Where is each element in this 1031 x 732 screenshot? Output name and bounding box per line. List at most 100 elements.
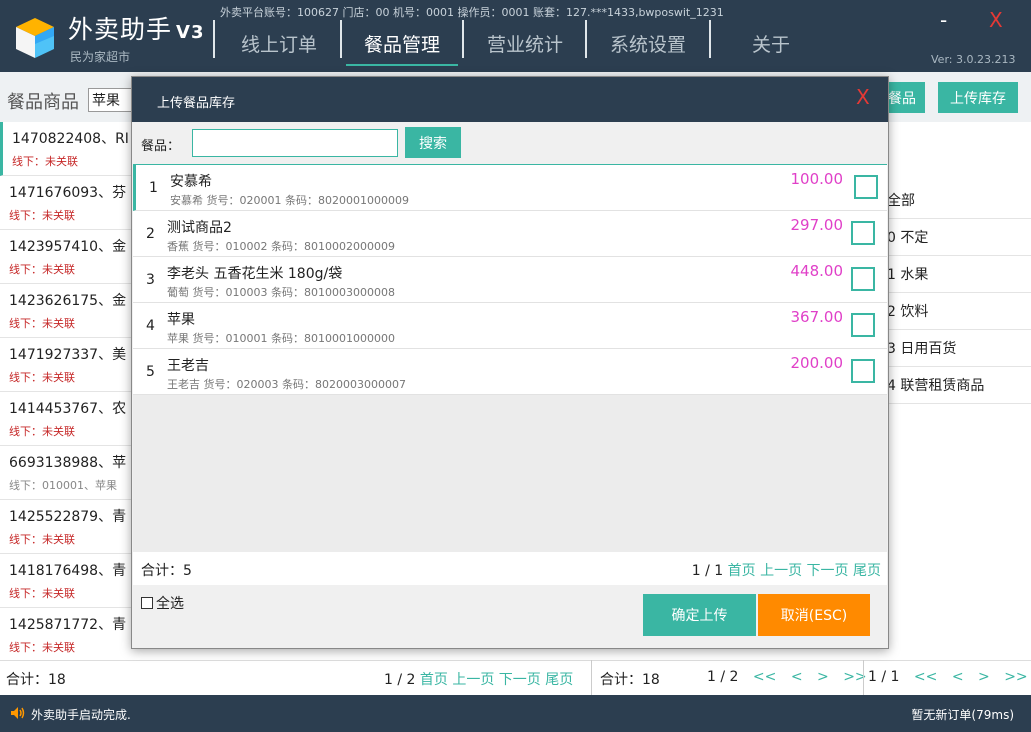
dialog-close-button[interactable]: X <box>856 85 870 109</box>
item-price: 100.00 <box>790 170 844 188</box>
item-checkbox[interactable] <box>851 267 875 291</box>
item-checkbox[interactable] <box>851 221 875 245</box>
version-mark: V3 <box>176 22 205 43</box>
footer-divider <box>591 660 592 695</box>
item-price: 297.00 <box>790 216 844 234</box>
speaker-icon <box>11 707 25 719</box>
pager-prev[interactable]: 上一页 <box>452 672 494 688</box>
nav-divider <box>709 20 711 58</box>
pager-prev[interactable]: 上一页 <box>760 563 802 579</box>
account-info: 外卖平台账号：100627 门店：00 机号：0001 操作员：0001 账套：… <box>220 6 724 19</box>
last-page-icon[interactable]: >> <box>1004 669 1027 685</box>
next-page-icon[interactable]: > <box>978 669 990 685</box>
product-list: 1470822408、RI 线下：未关联 1471676093、芬 线下：未关联 1… <box>0 122 140 662</box>
nav-online-orders[interactable]: 线上订单 <box>241 30 317 57</box>
nav-system-settings[interactable]: 系统设置 <box>610 30 686 57</box>
confirm-upload-button[interactable]: 确定上传 <box>643 594 756 636</box>
list-item[interactable]: 1423957410、金 线下：未关联 <box>0 230 140 284</box>
footer-divider <box>863 660 864 695</box>
food-search-input[interactable] <box>192 129 398 157</box>
list-item[interactable]: 1471676093、芬 线下：未关联 <box>0 176 140 230</box>
first-page-icon[interactable]: << <box>914 669 937 685</box>
dialog-title: 上传餐品库存 <box>157 96 236 111</box>
nav-divider <box>585 20 587 58</box>
order-status: 暂无新订单(79ms) <box>911 708 1014 722</box>
minimize-button[interactable]: - <box>940 8 947 32</box>
list-item[interactable]: 6693138988、苹 线下：010001、苹果 <box>0 446 140 500</box>
page-indicator: 1 / 1 <box>868 669 900 685</box>
item-price: 367.00 <box>790 308 844 326</box>
page-indicator: 1 / 2 <box>707 669 739 685</box>
nav-business-stats[interactable]: 营业统计 <box>487 30 563 57</box>
nav-divider <box>340 20 342 58</box>
dialog-search-button[interactable]: 搜索 <box>405 127 461 158</box>
right-pager: 1 / 1 << < > >> <box>868 669 1028 685</box>
upload-stock-dialog: 上传餐品库存 X 餐品： 搜索 1 安慕希 安慕希 货号：020001 条码：8… <box>131 76 889 649</box>
status-bar: 外卖助手启动完成. 暂无新订单(79ms) <box>0 695 1031 732</box>
list-item[interactable]: 1471927337、美 线下：未关联 <box>0 338 140 392</box>
page-indicator: 1 / 2 <box>384 672 416 688</box>
store-name: 民为家超市 <box>70 50 131 64</box>
version-label: Ver: 3.0.23.213 <box>931 53 1016 66</box>
category-item[interactable]: 4 联营租赁商品 <box>887 367 1031 404</box>
pager-last[interactable]: 尾页 <box>853 563 881 579</box>
mid-total: 合计：18 <box>600 672 660 688</box>
prev-page-icon[interactable]: < <box>791 669 803 685</box>
category-item[interactable]: 2 饮料 <box>887 293 1031 330</box>
stock-row[interactable]: 5 王老吉 王老吉 货号：020003 条码：8020003000007 200… <box>133 349 887 395</box>
select-all-checkbox[interactable]: 全选 <box>141 593 184 613</box>
item-checkbox[interactable] <box>854 175 878 199</box>
nav-active-indicator <box>346 64 458 66</box>
list-item[interactable]: 1418176498、青 线下：未关联 <box>0 554 140 608</box>
dialog-header: 上传餐品库存 X <box>132 77 888 122</box>
pager-first[interactable]: 首页 <box>728 563 756 579</box>
item-checkbox[interactable] <box>851 313 875 337</box>
stock-item-list: 1 安慕希 安慕希 货号：020001 条码：8020001000009 100… <box>133 164 887 552</box>
close-app-button[interactable]: X <box>989 8 1003 32</box>
stock-row[interactable]: 3 李老头 五香花生米 180g/袋 葡萄 货号：010003 条码：80100… <box>133 257 887 303</box>
page-indicator: 1 / 1 <box>691 563 724 579</box>
mid-pager: 1 / 2 << < > >> <box>707 669 867 685</box>
category-item[interactable]: 0 不定 <box>887 219 1031 256</box>
stock-row[interactable]: 1 安慕希 安慕希 货号：020001 条码：8020001000009 100… <box>133 165 887 211</box>
cancel-button[interactable]: 取消(ESC) <box>758 594 870 636</box>
dialog-list-footer: 合计：5 1 / 1 首页 上一页 下一页 尾页 <box>133 552 887 585</box>
food-search-label: 餐品： <box>141 139 181 154</box>
next-page-icon[interactable]: > <box>817 669 829 685</box>
prev-page-icon[interactable]: < <box>952 669 964 685</box>
app-title: 外卖助手 V3 <box>68 15 205 44</box>
pager-next[interactable]: 下一页 <box>807 563 849 579</box>
list-item[interactable]: 1423626175、金 线下：未关联 <box>0 284 140 338</box>
item-price: 448.00 <box>790 262 844 280</box>
product-search-input[interactable] <box>88 88 132 112</box>
list-item[interactable]: 1470822408、RI 线下：未关联 <box>0 122 140 176</box>
nav-product-management[interactable]: 餐品管理 <box>364 30 440 57</box>
stock-row[interactable]: 4 苹果 苹果 货号：010001 条码：8010001000000 367.0… <box>133 303 887 349</box>
first-page-icon[interactable]: << <box>753 669 776 685</box>
logo-cube-icon <box>16 18 54 58</box>
item-price: 200.00 <box>790 354 844 372</box>
header-divider <box>213 20 215 58</box>
app-header: 外卖助手 V3 民为家超市 外卖平台账号：100627 门店：00 机号：0001… <box>0 0 1031 72</box>
pager-last[interactable]: 尾页 <box>545 672 573 688</box>
pager-next[interactable]: 下一页 <box>499 672 541 688</box>
nav-about[interactable]: 关于 <box>752 30 790 57</box>
dialog-pager: 1 / 1 首页 上一页 下一页 尾页 <box>692 560 881 580</box>
dialog-total: 合计：5 <box>141 563 192 579</box>
category-item[interactable]: 1 水果 <box>887 256 1031 293</box>
product-label: 餐品商品 <box>7 92 79 113</box>
upload-stock-button[interactable]: 上传库存 <box>938 82 1018 113</box>
left-total: 合计：18 <box>6 672 66 688</box>
nav-divider <box>462 20 464 58</box>
list-item[interactable]: 1414453767、农 线下：未关联 <box>0 392 140 446</box>
stock-row[interactable]: 2 测试商品2 香蕉 货号：010002 条码：8010002000009 29… <box>133 211 887 257</box>
category-item-all[interactable]: 全部 <box>887 182 1031 219</box>
category-panel: 全部 0 不定 1 水果 2 饮料 3 日用百货 4 联营租赁商品 <box>887 122 1031 660</box>
checkbox-icon <box>141 597 153 609</box>
item-checkbox[interactable] <box>851 359 875 383</box>
pager-first[interactable]: 首页 <box>420 672 448 688</box>
list-item[interactable]: 1425871772、青 线下：未关联 <box>0 608 140 662</box>
category-item[interactable]: 3 日用百货 <box>887 330 1031 367</box>
status-message: 外卖助手启动完成. <box>31 708 131 722</box>
list-item[interactable]: 1425522879、青 线下：未关联 <box>0 500 140 554</box>
